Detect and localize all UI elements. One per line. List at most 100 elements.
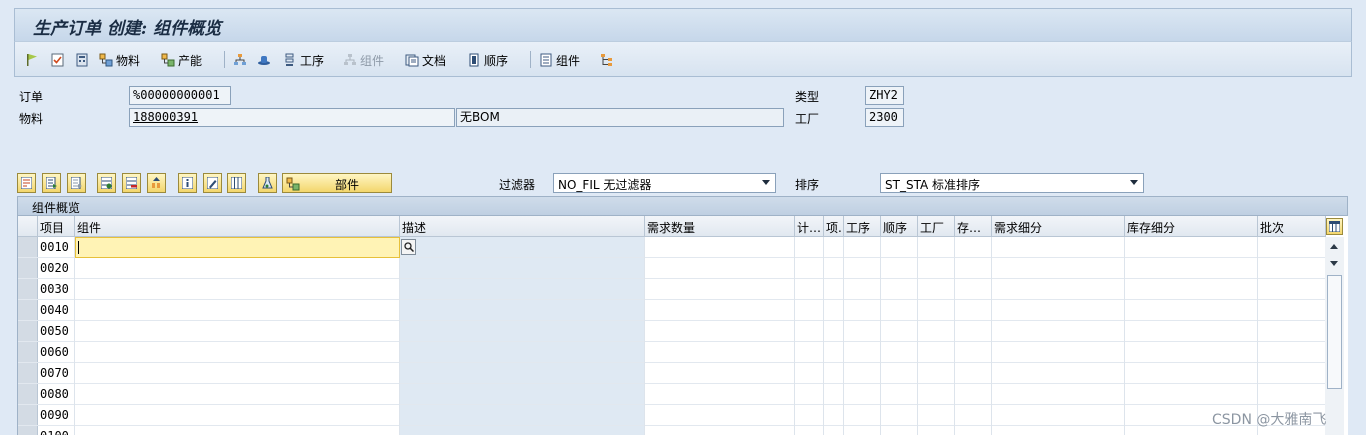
table-cell[interactable] (795, 300, 824, 321)
table-cell[interactable] (881, 321, 918, 342)
table-cell[interactable] (955, 237, 992, 258)
table-cell[interactable] (824, 258, 844, 279)
table-cell[interactable] (400, 300, 645, 321)
table-cell[interactable] (795, 279, 824, 300)
table-cell[interactable] (881, 342, 918, 363)
select-all-button[interactable] (42, 173, 61, 193)
scrollbar-thumb[interactable] (1327, 275, 1342, 389)
delete-row-button[interactable] (122, 173, 141, 193)
table-cell[interactable] (918, 405, 955, 426)
table-cell[interactable] (824, 321, 844, 342)
table-cell[interactable] (1125, 363, 1258, 384)
order-field[interactable]: %00000000001 (129, 86, 231, 105)
table-cell[interactable] (1258, 237, 1326, 258)
table-cell[interactable] (955, 384, 992, 405)
table-cell[interactable] (992, 342, 1125, 363)
table-cell[interactable] (400, 384, 645, 405)
table-cell[interactable] (1125, 342, 1258, 363)
table-cell[interactable] (1258, 300, 1326, 321)
column-header[interactable]: 批次 (1258, 216, 1326, 237)
column-header[interactable]: 计… (795, 216, 824, 237)
table-cell[interactable] (824, 300, 844, 321)
check-button[interactable] (51, 50, 65, 70)
column-header[interactable]: 库存细分 (1125, 216, 1258, 237)
table-cell[interactable] (918, 342, 955, 363)
table-cell[interactable] (75, 279, 400, 300)
table-row[interactable]: 0040 (18, 300, 1326, 321)
table-cell[interactable] (400, 405, 645, 426)
plant-field[interactable]: 2300 (865, 108, 904, 127)
table-cell[interactable] (75, 342, 400, 363)
table-cell[interactable] (795, 342, 824, 363)
hierarchy-button[interactable] (233, 50, 247, 70)
table-cell[interactable] (824, 384, 844, 405)
stock-button[interactable] (257, 50, 271, 70)
structure-button[interactable] (600, 50, 614, 70)
table-cell[interactable] (918, 300, 955, 321)
filter-dropdown[interactable]: NO_FIL 无过滤器 (553, 173, 776, 193)
sequence-button[interactable]: 顺序 (467, 50, 508, 70)
material-button[interactable]: 物料 (99, 50, 140, 70)
table-cell[interactable] (400, 321, 645, 342)
deselect-all-button[interactable] (67, 173, 86, 193)
table-cell[interactable] (918, 279, 955, 300)
table-cell[interactable] (1258, 321, 1326, 342)
column-header[interactable]: 需求数量 (645, 216, 795, 237)
table-cell[interactable] (645, 258, 795, 279)
table-cell[interactable] (881, 426, 918, 435)
table-cell[interactable] (75, 384, 400, 405)
table-row[interactable]: 0080 (18, 384, 1326, 405)
table-cell[interactable] (824, 405, 844, 426)
table-cell[interactable] (75, 363, 400, 384)
table-cell[interactable] (918, 258, 955, 279)
table-cell[interactable] (645, 342, 795, 363)
table-cell[interactable] (844, 258, 881, 279)
table-row[interactable]: 0050 (18, 321, 1326, 342)
table-cell[interactable] (645, 237, 795, 258)
table-cell[interactable] (992, 300, 1125, 321)
table-cell[interactable] (1258, 363, 1326, 384)
table-cell[interactable] (1258, 258, 1326, 279)
column-header[interactable]: 顺序 (881, 216, 918, 237)
column-header[interactable]: 工序 (844, 216, 881, 237)
table-cell[interactable] (824, 342, 844, 363)
sort-dropdown[interactable]: ST_STA 标准排序 (880, 173, 1144, 193)
table-cell[interactable] (795, 237, 824, 258)
table-cell[interactable] (918, 384, 955, 405)
table-cell[interactable] (1125, 237, 1258, 258)
table-cell[interactable] (844, 300, 881, 321)
details-button[interactable] (17, 173, 36, 193)
table-row[interactable]: 0030 (18, 279, 1326, 300)
table-cell[interactable] (955, 279, 992, 300)
table-cell[interactable] (1125, 300, 1258, 321)
table-cell[interactable] (645, 405, 795, 426)
table-cell[interactable] (918, 321, 955, 342)
table-cell[interactable] (824, 363, 844, 384)
table-cell[interactable] (881, 237, 918, 258)
table-cell[interactable] (844, 279, 881, 300)
explode-button[interactable] (147, 173, 166, 193)
table-cell[interactable] (795, 363, 824, 384)
table-row[interactable]: 0060 (18, 342, 1326, 363)
table-cell[interactable] (918, 237, 955, 258)
table-cell[interactable] (955, 342, 992, 363)
table-cell[interactable] (955, 321, 992, 342)
table-cell[interactable] (955, 258, 992, 279)
column-header[interactable]: 工厂 (918, 216, 955, 237)
table-cell[interactable] (645, 426, 795, 435)
table-cell[interactable] (645, 321, 795, 342)
material-field[interactable]: 188000391 (129, 108, 455, 127)
edit-button[interactable] (203, 173, 222, 193)
table-cell[interactable] (881, 363, 918, 384)
table-cell[interactable] (844, 405, 881, 426)
table-cell[interactable] (400, 258, 645, 279)
table-cell[interactable] (75, 321, 400, 342)
table-cell[interactable] (795, 405, 824, 426)
column-header[interactable]: 组件 (75, 216, 400, 237)
table-row[interactable]: 0100 (18, 426, 1326, 435)
table-cell[interactable] (1125, 384, 1258, 405)
insert-row-button[interactable] (97, 173, 116, 193)
table-cell[interactable] (400, 363, 645, 384)
table-row[interactable]: 0020 (18, 258, 1326, 279)
table-cell[interactable] (1125, 258, 1258, 279)
